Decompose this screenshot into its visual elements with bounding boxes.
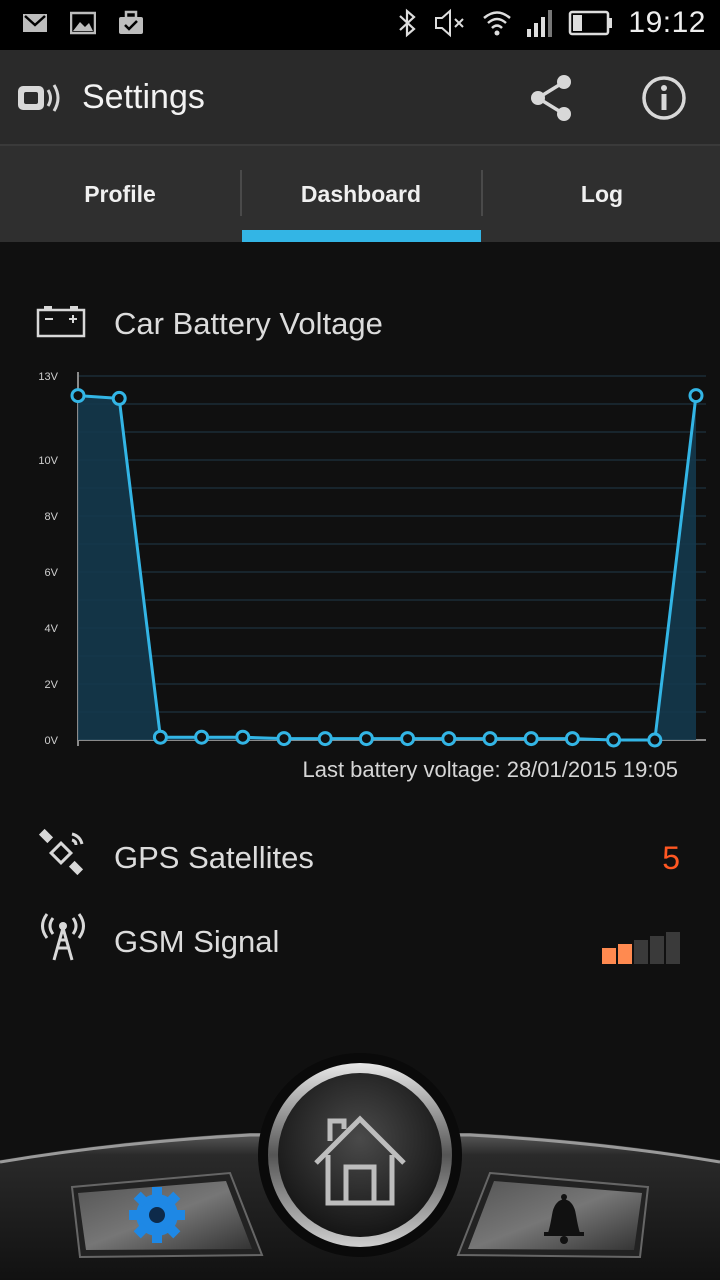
series-area bbox=[78, 395, 696, 740]
info-icon[interactable] bbox=[640, 74, 688, 122]
data-point bbox=[564, 731, 580, 747]
data-point bbox=[152, 729, 168, 745]
tab-selected-indicator bbox=[242, 230, 481, 242]
y-tick-label: 13V bbox=[38, 371, 58, 383]
briefcase-icon bbox=[119, 10, 143, 34]
tab-bar: Profile Dashboard Log bbox=[0, 146, 720, 242]
data-point bbox=[276, 731, 292, 747]
data-point bbox=[688, 388, 704, 404]
gps-satellite-icon bbox=[38, 828, 84, 876]
signal-bar bbox=[650, 936, 664, 964]
data-point bbox=[317, 731, 333, 747]
app-logo-icon[interactable] bbox=[16, 78, 66, 118]
signal-bar bbox=[618, 944, 632, 964]
bottom-dock bbox=[0, 1053, 720, 1280]
wifi-icon bbox=[483, 11, 512, 36]
bluetooth-icon bbox=[399, 8, 417, 38]
y-tick-label: 0V bbox=[45, 735, 59, 747]
data-point bbox=[647, 732, 663, 748]
last-battery-voltage: Last battery voltage: 28/01/2015 19:05 bbox=[302, 757, 678, 782]
clock: 19:12 bbox=[628, 6, 706, 39]
share-icon[interactable] bbox=[526, 72, 578, 124]
data-point bbox=[482, 731, 498, 747]
data-point bbox=[606, 732, 622, 748]
series-line bbox=[77, 394, 698, 742]
home-button[interactable] bbox=[258, 1053, 462, 1257]
gsm-tower-icon bbox=[41, 913, 85, 961]
data-point bbox=[235, 729, 251, 745]
mute-icon bbox=[435, 8, 465, 38]
gps-label: GPS Satellites bbox=[114, 840, 314, 875]
y-tick-label: 2V bbox=[45, 679, 59, 691]
signal-bar bbox=[666, 932, 680, 964]
data-point bbox=[111, 390, 127, 406]
y-tick-label: 10V bbox=[38, 455, 58, 467]
data-point bbox=[441, 731, 457, 747]
signal-bar bbox=[634, 940, 648, 964]
battery-title: Car Battery Voltage bbox=[114, 306, 383, 341]
status-bar: 19:12 bbox=[0, 0, 720, 50]
tab-profile[interactable]: Profile bbox=[0, 146, 240, 242]
y-tick-label: 8V bbox=[45, 511, 59, 523]
mail-icon bbox=[23, 14, 47, 32]
settings-gear-icon bbox=[129, 1187, 185, 1243]
gps-satellite-count: 5 bbox=[662, 840, 680, 876]
battery-icon bbox=[569, 10, 613, 36]
page-title: Settings bbox=[82, 78, 205, 116]
data-point bbox=[400, 731, 416, 747]
car-battery-icon bbox=[36, 306, 86, 338]
tab-log[interactable]: Log bbox=[482, 146, 720, 242]
data-point bbox=[194, 729, 210, 745]
image-icon bbox=[70, 11, 96, 35]
y-tick-label: 6V bbox=[45, 567, 59, 579]
data-point bbox=[358, 731, 374, 747]
y-tick-label: 4V bbox=[45, 623, 59, 635]
data-point bbox=[523, 731, 539, 747]
tab-dashboard[interactable]: Dashboard bbox=[241, 146, 481, 242]
battery-voltage-chart: 0V 2V 4V 6V 8V 10V 13V bbox=[38, 371, 706, 748]
gsm-signal-bars bbox=[602, 932, 680, 964]
cell-signal-icon bbox=[527, 10, 553, 37]
signal-bar bbox=[602, 948, 616, 964]
data-point bbox=[70, 388, 86, 404]
action-bar: Settings bbox=[0, 50, 720, 146]
gsm-label: GSM Signal bbox=[114, 924, 280, 959]
